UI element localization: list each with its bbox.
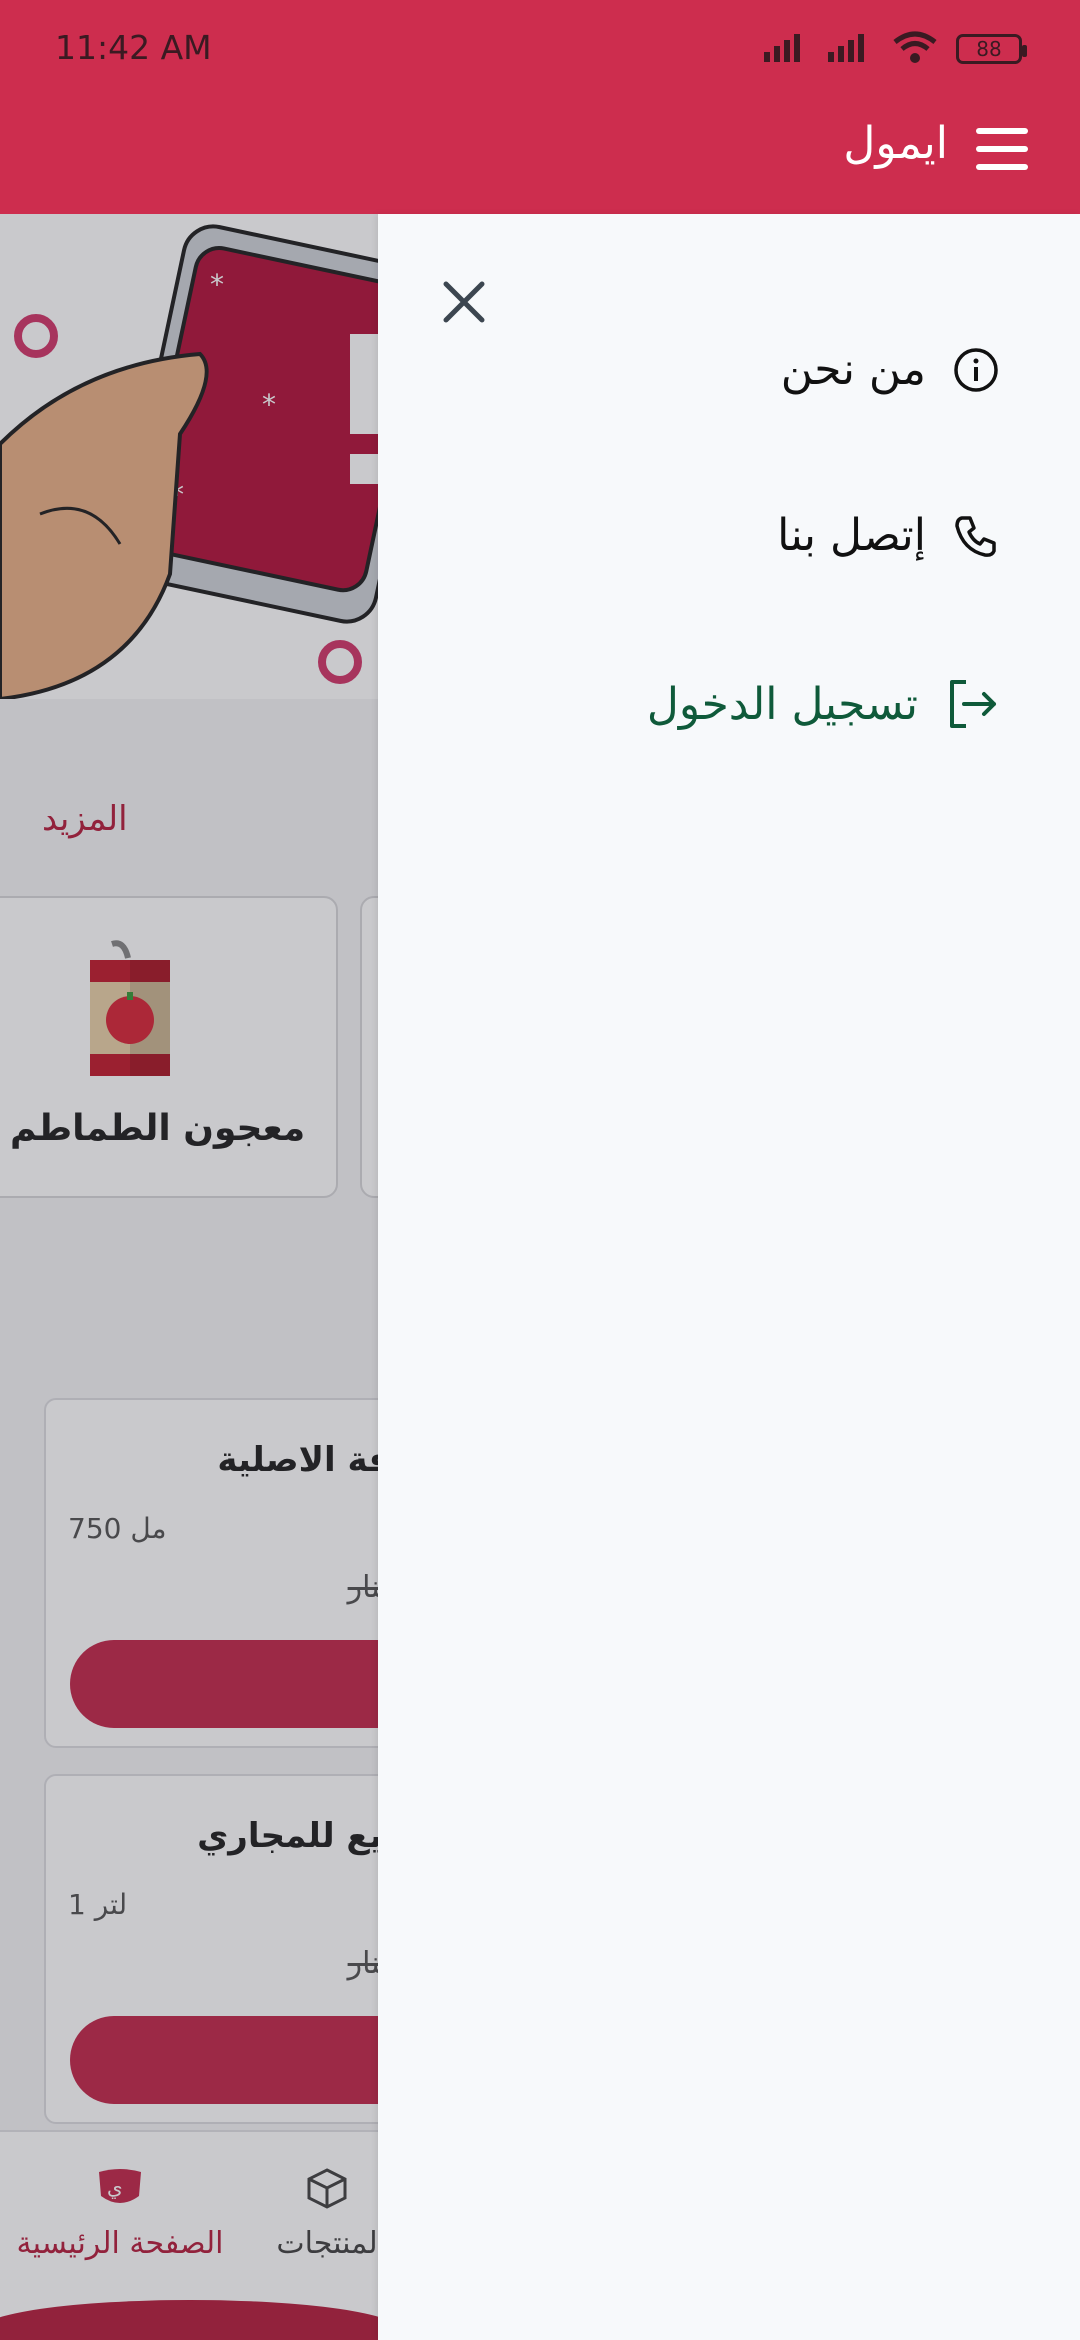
status-icons: 88 (764, 30, 1027, 68)
login-icon (944, 676, 1000, 732)
menu-item-about[interactable]: من نحن (781, 344, 1000, 395)
screen: 11:42 AM 88 ايمول * * المزيد معجون الطما… (0, 0, 1080, 2340)
menu-item-label: إتصل بنا (777, 510, 926, 561)
menu-item-label: تسجيل الدخول (646, 678, 918, 730)
app-header: 11:42 AM 88 ايمول (0, 0, 1080, 214)
menu-item-contact[interactable]: إتصل بنا (777, 510, 1000, 561)
signal-icon-2 (828, 32, 874, 66)
app-title: ايمول (843, 118, 948, 169)
wifi-icon (892, 30, 938, 68)
menu-icon[interactable] (976, 128, 1028, 170)
menu-item-login[interactable]: تسجيل الدخول (647, 676, 1000, 732)
side-drawer: من نحن إتصل بنا تسجيل الدخول (378, 214, 1080, 2340)
status-time: 11:42 AM (55, 28, 212, 67)
close-icon[interactable] (432, 270, 496, 334)
phone-icon (952, 512, 1000, 560)
battery-icon: 88 (956, 34, 1027, 64)
menu-item-label: من نحن (780, 344, 926, 395)
signal-icon (764, 32, 810, 66)
info-icon (952, 346, 1000, 394)
